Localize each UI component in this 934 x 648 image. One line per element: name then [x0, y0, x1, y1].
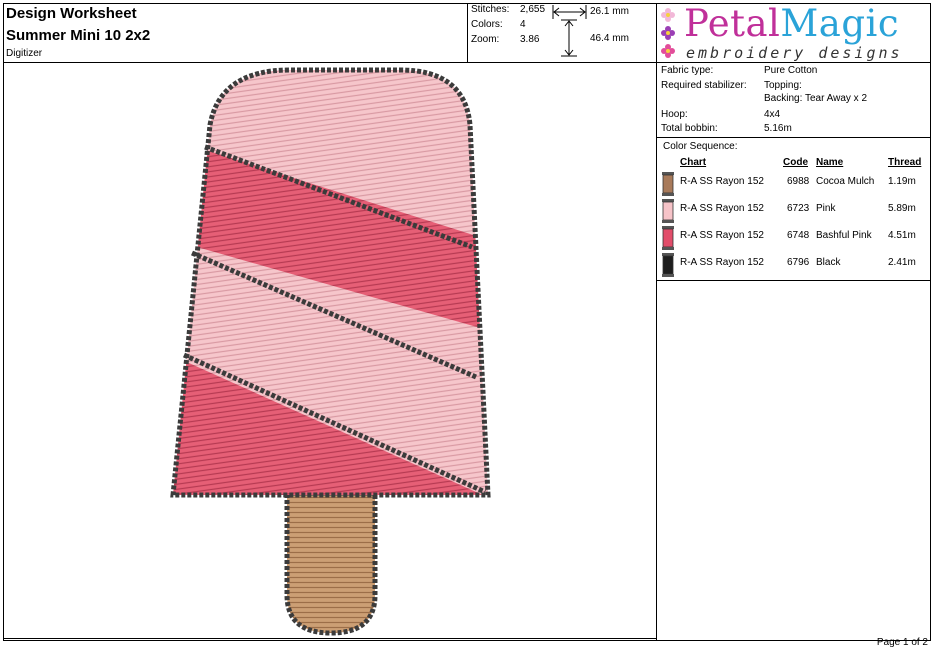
design-name: Summer Mini 10 2x2: [6, 27, 151, 44]
row-code: 6723: [787, 203, 810, 214]
color-sequence-row: R-A SS Rayon 152 6723 Pink 5.89m: [660, 199, 928, 226]
fabric-value: Pure Cotton: [764, 65, 818, 76]
height-value: 46.4 mm: [590, 33, 629, 44]
backing-value: Backing: Tear Away x 2: [764, 93, 868, 104]
thread-spool-icon: [662, 253, 674, 277]
color-sequence-title: Color Sequence:: [663, 141, 738, 152]
row-code: 6748: [787, 230, 810, 241]
stitches-value: 2,655: [520, 4, 546, 15]
info-divider: [657, 137, 931, 138]
colors-label: Colors:: [471, 19, 503, 30]
fabric-label: Fabric type:: [661, 65, 714, 76]
hoop-label: Hoop:: [661, 109, 688, 120]
color-sequence-row: R-A SS Rayon 152 6988 Cocoa Mulch 1.19m: [660, 172, 928, 199]
row-chart: R-A SS Rayon 152: [680, 203, 764, 214]
flower-icon: [661, 44, 675, 58]
logo-tagline: embroidery designs: [686, 44, 903, 62]
row-code: 6988: [787, 176, 810, 187]
row-thread: 5.89m: [888, 203, 916, 214]
color-sequence-row: R-A SS Rayon 152 6796 Black 2.41m: [660, 253, 928, 280]
stabilizer-label: Required stabilizer:: [661, 80, 747, 91]
header-name: Name: [816, 157, 844, 168]
worksheet-title: Design Worksheet: [6, 5, 137, 22]
width-value: 26.1 mm: [590, 6, 629, 17]
row-chart: R-A SS Rayon 152: [680, 230, 764, 241]
colors-value: 4: [520, 19, 526, 30]
row-chart: R-A SS Rayon 152: [680, 257, 764, 268]
header-divider-v1: [467, 3, 468, 62]
right-panel-divider: [656, 3, 657, 641]
page-number: Page 1 of 2: [876, 637, 928, 648]
row-name: Black: [816, 257, 841, 268]
popsicle-embroidery-image: [170, 67, 491, 636]
flower-icon: [661, 8, 675, 22]
row-thread: 4.51m: [888, 230, 916, 241]
flower-icon: [661, 26, 675, 40]
row-name: Pink: [816, 203, 836, 214]
row-chart: R-A SS Rayon 152: [680, 176, 764, 187]
stitches-label: Stitches:: [471, 4, 510, 15]
thread-spool-icon: [662, 172, 674, 196]
row-thread: 1.19m: [888, 176, 916, 187]
digitizer-label: Digitizer: [6, 48, 43, 59]
dimension-arrows-icon: [552, 5, 587, 57]
row-name: Bashful Pink: [816, 230, 872, 241]
petalmagic-logo: PetalMagic embroidery designs: [658, 2, 928, 64]
thread-spool-icon: [662, 199, 674, 223]
header-thread: Thread: [888, 157, 922, 168]
zoom-value: 3.86: [520, 34, 540, 45]
zoom-label: Zoom:: [471, 34, 500, 45]
thread-spool-icon: [662, 226, 674, 250]
color-sequence-row: R-A SS Rayon 152 6748 Bashful Pink 4.51m: [660, 226, 928, 253]
sequence-divider: [657, 280, 931, 281]
header-code: Code: [783, 157, 808, 168]
row-name: Cocoa Mulch: [816, 176, 875, 187]
bobbin-label: Total bobbin:: [661, 123, 718, 134]
topping-value: Topping:: [764, 80, 802, 91]
hoop-value: 4x4: [764, 109, 781, 120]
bobbin-value: 5.16m: [764, 123, 792, 134]
row-code: 6796: [787, 257, 810, 268]
stick-shape: [284, 490, 378, 636]
logo-brand: PetalMagic: [684, 2, 900, 45]
header-chart: Chart: [680, 157, 707, 168]
row-thread: 2.41m: [888, 257, 916, 268]
